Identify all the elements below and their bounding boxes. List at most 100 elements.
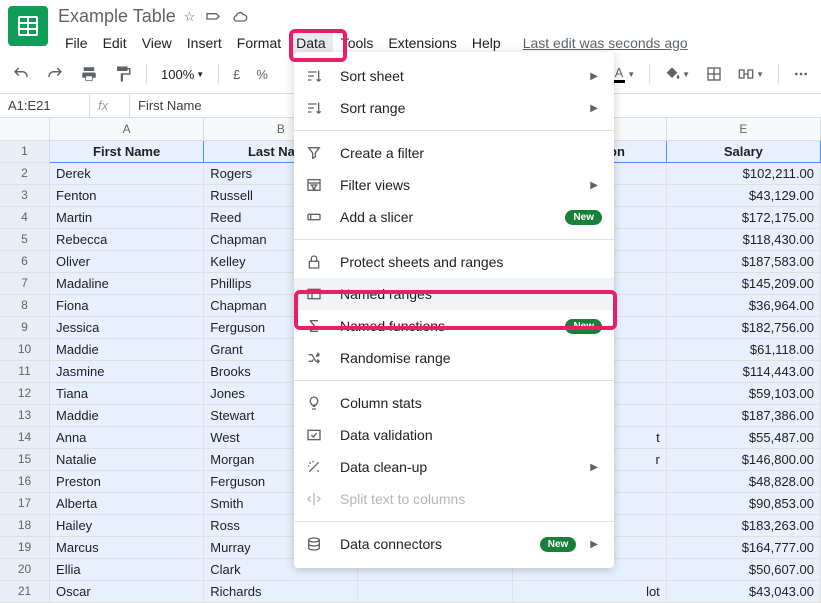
print-icon[interactable] [76, 61, 102, 87]
cell[interactable]: Alberta [50, 492, 204, 514]
row-header[interactable]: 13 [0, 404, 50, 426]
cell[interactable]: Anna [50, 426, 204, 448]
cloud-icon[interactable] [231, 9, 249, 25]
doc-title[interactable]: Example Table [58, 6, 176, 27]
cell[interactable]: Martin [50, 206, 204, 228]
currency-format-button[interactable]: £ [229, 63, 244, 86]
cell[interactable]: $187,583.00 [666, 250, 820, 272]
cell[interactable]: Rebecca [50, 228, 204, 250]
row-header[interactable]: 11 [0, 360, 50, 382]
col-header-A[interactable]: A [50, 118, 204, 140]
cell[interactable]: $183,263.00 [666, 514, 820, 536]
row-header[interactable]: 3 [0, 184, 50, 206]
menu-item-data-clean-up[interactable]: Data clean-up▶ [294, 451, 614, 483]
row-header[interactable]: 5 [0, 228, 50, 250]
redo-icon[interactable] [42, 61, 68, 87]
cell[interactable]: $146,800.00 [666, 448, 820, 470]
header-cell[interactable]: First Name [50, 140, 204, 162]
menu-item-data-connectors[interactable]: Data connectorsNew▶ [294, 528, 614, 560]
cell[interactable]: Hailey [50, 514, 204, 536]
cell[interactable]: $50,607.00 [666, 558, 820, 580]
cell[interactable]: $55,487.00 [666, 426, 820, 448]
menu-item-named-ranges[interactable]: Named ranges [294, 278, 614, 310]
move-icon[interactable] [205, 9, 221, 25]
menu-item-add-a-slicer[interactable]: Add a slicerNew [294, 201, 614, 233]
cell[interactable]: $187,386.00 [666, 404, 820, 426]
menu-item-filter-views[interactable]: Filter views▶ [294, 169, 614, 201]
row-header[interactable]: 7 [0, 272, 50, 294]
cell[interactable]: Marcus [50, 536, 204, 558]
row-header[interactable]: 16 [0, 470, 50, 492]
row-header[interactable]: 9 [0, 316, 50, 338]
paint-format-icon[interactable] [110, 61, 136, 87]
row-header[interactable]: 20 [0, 558, 50, 580]
row-header[interactable]: 18 [0, 514, 50, 536]
row-header[interactable]: 1 [0, 140, 50, 162]
cell[interactable]: Ellia [50, 558, 204, 580]
row-header[interactable]: 17 [0, 492, 50, 514]
menu-item-sort-range[interactable]: Sort range▶ [294, 92, 614, 124]
cell[interactable]: Tiana [50, 382, 204, 404]
row-header[interactable]: 6 [0, 250, 50, 272]
cell[interactable]: $164,777.00 [666, 536, 820, 558]
cell[interactable]: Maddie [50, 404, 204, 426]
cell[interactable]: Fiona [50, 294, 204, 316]
menu-item-sort-sheet[interactable]: Sort sheet▶ [294, 60, 614, 92]
row-header[interactable]: 19 [0, 536, 50, 558]
row-header[interactable]: 21 [0, 580, 50, 602]
cell[interactable]: Fenton [50, 184, 204, 206]
cell[interactable]: Jessica [50, 316, 204, 338]
row-header[interactable]: 10 [0, 338, 50, 360]
borders-icon[interactable] [702, 62, 726, 86]
cell[interactable]: $172,175.00 [666, 206, 820, 228]
cell[interactable]: $36,964.00 [666, 294, 820, 316]
merge-icon[interactable]: ▼ [734, 62, 768, 86]
cell[interactable]: $102,211.00 [666, 162, 820, 184]
cell[interactable]: $182,756.00 [666, 316, 820, 338]
cell[interactable]: Natalie [50, 448, 204, 470]
menu-file[interactable]: File [58, 31, 95, 55]
cell[interactable]: Richards [204, 580, 358, 602]
name-box[interactable]: A1:E21 [0, 94, 90, 117]
row-header[interactable]: 8 [0, 294, 50, 316]
zoom-select[interactable]: 100%▼ [157, 63, 208, 86]
star-icon[interactable]: ☆ [184, 9, 196, 25]
cell[interactable]: Preston [50, 470, 204, 492]
cell[interactable]: lot [512, 580, 666, 602]
cell[interactable]: $90,853.00 [666, 492, 820, 514]
cell[interactable]: Jasmine [50, 360, 204, 382]
col-header-E[interactable]: E [666, 118, 820, 140]
percent-format-button[interactable]: % [252, 63, 272, 86]
undo-icon[interactable] [8, 61, 34, 87]
cell[interactable]: Madaline [50, 272, 204, 294]
menu-item-named-functions[interactable]: Named functionsNew [294, 310, 614, 342]
cell[interactable]: $43,129.00 [666, 184, 820, 206]
cell[interactable]: $145,209.00 [666, 272, 820, 294]
cell[interactable] [358, 580, 512, 602]
menu-edit[interactable]: Edit [96, 31, 134, 55]
cell[interactable]: Maddie [50, 338, 204, 360]
menu-item-column-stats[interactable]: Column stats [294, 387, 614, 419]
cell[interactable]: $118,430.00 [666, 228, 820, 250]
sheets-logo[interactable] [8, 6, 48, 46]
menu-item-randomise-range[interactable]: Randomise range [294, 342, 614, 374]
menu-item-create-a-filter[interactable]: Create a filter [294, 137, 614, 169]
cell[interactable]: $114,443.00 [666, 360, 820, 382]
cell[interactable]: $59,103.00 [666, 382, 820, 404]
more-icon[interactable] [789, 62, 813, 86]
menu-item-data-validation[interactable]: Data validation [294, 419, 614, 451]
row-header[interactable]: 2 [0, 162, 50, 184]
row-header[interactable]: 15 [0, 448, 50, 470]
menu-format[interactable]: Format [230, 31, 288, 55]
cell[interactable]: Oscar [50, 580, 204, 602]
fill-color-icon[interactable]: ▼ [660, 62, 694, 86]
row-header[interactable]: 14 [0, 426, 50, 448]
header-cell[interactable]: Salary [666, 140, 820, 162]
cell[interactable]: $43,043.00 [666, 580, 820, 602]
cell[interactable]: Oliver [50, 250, 204, 272]
formula-bar[interactable]: First Name [130, 94, 210, 117]
menu-item-protect-sheets-and-ranges[interactable]: Protect sheets and ranges [294, 246, 614, 278]
row-header[interactable]: 12 [0, 382, 50, 404]
cell[interactable]: Derek [50, 162, 204, 184]
menu-view[interactable]: View [135, 31, 179, 55]
